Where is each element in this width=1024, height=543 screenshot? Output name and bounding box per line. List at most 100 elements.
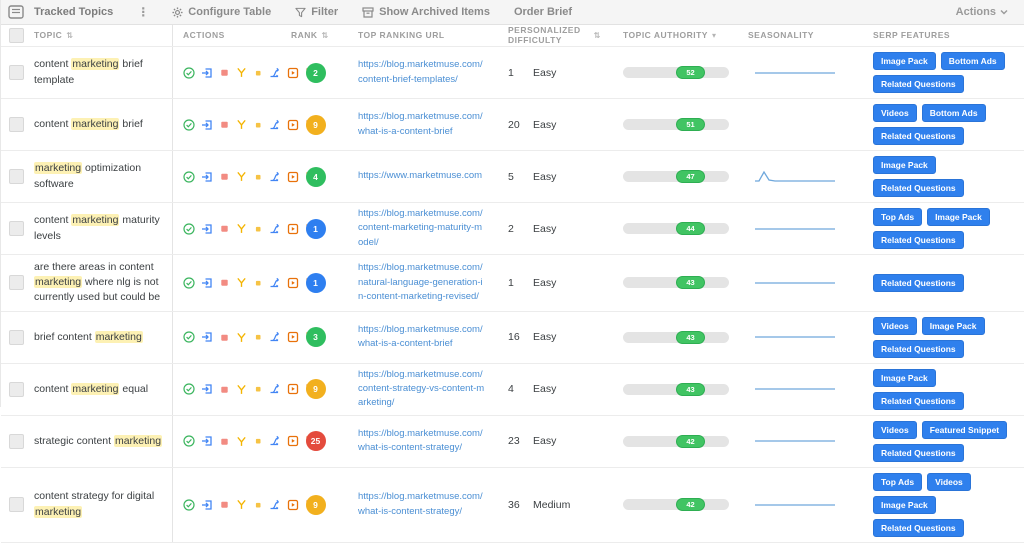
- funnel-icon[interactable]: [236, 119, 247, 130]
- funnel-icon[interactable]: [236, 67, 247, 78]
- top-ranking-url-link[interactable]: https://blog.marketmuse.com/what-is-cont…: [358, 423, 493, 460]
- serp-feature-chip[interactable]: Top Ads: [873, 472, 923, 491]
- tag-square-icon[interactable]: [219, 67, 230, 78]
- dot-square-icon[interactable]: [253, 68, 263, 78]
- funnel-icon[interactable]: [236, 332, 247, 343]
- serp-feature-chip[interactable]: Videos: [873, 420, 917, 439]
- export-box-icon[interactable]: [201, 277, 213, 289]
- topic-link[interactable]: brief content marketing: [34, 325, 149, 350]
- branch-icon[interactable]: [269, 499, 281, 511]
- check-circle-icon[interactable]: [183, 331, 195, 343]
- serp-feature-chip[interactable]: Bottom Ads: [940, 52, 1005, 70]
- select-all-checkbox[interactable]: [8, 28, 24, 43]
- show-archived-button[interactable]: Show Archived Items: [353, 0, 499, 25]
- row-checkbox[interactable]: [8, 497, 24, 513]
- row-checkbox[interactable]: [8, 275, 24, 291]
- check-circle-icon[interactable]: [183, 118, 195, 131]
- tag-square-icon[interactable]: [219, 277, 230, 288]
- serp-feature-chip[interactable]: Related Questions: [873, 273, 964, 292]
- serp-feature-chip[interactable]: Related Questions: [873, 179, 964, 197]
- check-circle-icon[interactable]: [183, 66, 195, 79]
- dot-square-icon[interactable]: [253, 500, 263, 510]
- serp-feature-chip[interactable]: Image Pack: [873, 368, 936, 387]
- branch-icon[interactable]: [269, 277, 281, 289]
- row-checkbox[interactable]: [8, 433, 24, 449]
- branch-icon[interactable]: [269, 435, 281, 447]
- branch-icon[interactable]: [269, 119, 281, 131]
- export-box-icon[interactable]: [201, 499, 213, 511]
- column-header-difficulty[interactable]: Personalized Difficulty ⇅: [493, 25, 611, 46]
- top-ranking-url-link[interactable]: https://blog.marketmuse.com/natural-lang…: [358, 257, 493, 308]
- funnel-icon[interactable]: [236, 277, 247, 288]
- dot-square-icon[interactable]: [253, 278, 263, 288]
- panel-icon[interactable]: [8, 5, 24, 19]
- funnel-icon[interactable]: [236, 223, 247, 234]
- top-ranking-url-link[interactable]: https://blog.marketmuse.com/content-brie…: [358, 54, 493, 91]
- serp-feature-chip[interactable]: Related Questions: [873, 75, 964, 93]
- export-box-icon[interactable]: [201, 223, 213, 235]
- top-ranking-url-link[interactable]: https://www.marketmuse.com: [358, 165, 493, 187]
- branch-icon[interactable]: [269, 331, 281, 343]
- serp-feature-chip[interactable]: Image Pack: [921, 316, 985, 335]
- funnel-icon[interactable]: [236, 384, 247, 395]
- branch-icon[interactable]: [269, 223, 281, 235]
- tag-square-icon[interactable]: [219, 119, 230, 130]
- top-ranking-url-link[interactable]: https://blog.marketmuse.com/what-is-a-co…: [358, 319, 493, 356]
- serp-feature-chip[interactable]: Related Questions: [873, 231, 964, 249]
- top-ranking-url-link[interactable]: https://blog.marketmuse.com/content-mark…: [358, 203, 493, 254]
- row-checkbox[interactable]: [8, 169, 24, 184]
- top-ranking-url-link[interactable]: https://blog.marketmuse.com/what-is-a-co…: [358, 106, 493, 143]
- kebab-menu-icon[interactable]: ⋮: [129, 5, 157, 19]
- serp-feature-chip[interactable]: Image Pack: [873, 156, 936, 174]
- topic-link[interactable]: are there areas in content marketing whe…: [34, 255, 172, 311]
- funnel-icon[interactable]: [236, 436, 247, 447]
- tag-square-icon[interactable]: [219, 384, 230, 395]
- serp-feature-chip[interactable]: Videos: [873, 104, 917, 122]
- filter-button[interactable]: Filter: [286, 0, 347, 25]
- export-box-icon[interactable]: [201, 383, 213, 395]
- branch-icon[interactable]: [269, 171, 281, 183]
- funnel-icon[interactable]: [236, 499, 247, 510]
- serp-feature-chip[interactable]: Related Questions: [873, 339, 964, 358]
- serp-feature-chip[interactable]: Videos: [927, 472, 971, 491]
- topic-link[interactable]: content marketing maturity levels: [34, 208, 172, 248]
- configure-table-button[interactable]: Configure Table: [163, 0, 280, 25]
- branch-icon[interactable]: [269, 67, 281, 79]
- dot-square-icon[interactable]: [253, 332, 263, 342]
- row-checkbox[interactable]: [8, 381, 24, 397]
- serp-feature-chip[interactable]: Image Pack: [873, 495, 936, 514]
- check-circle-icon[interactable]: [183, 222, 195, 235]
- actions-dropdown[interactable]: Actions: [950, 5, 1014, 19]
- tag-square-icon[interactable]: [219, 332, 230, 343]
- topic-link[interactable]: content marketing equal: [34, 377, 154, 402]
- serp-feature-chip[interactable]: Featured Snippet: [921, 420, 1008, 439]
- tag-square-icon[interactable]: [219, 436, 230, 447]
- column-header-topic[interactable]: Topic ⇅: [31, 25, 173, 46]
- dot-square-icon[interactable]: [253, 384, 263, 394]
- tag-square-icon[interactable]: [219, 223, 230, 234]
- serp-feature-chip[interactable]: Top Ads: [873, 208, 923, 226]
- serp-feature-chip[interactable]: Image Pack: [873, 52, 936, 70]
- serp-feature-chip[interactable]: Bottom Ads: [921, 104, 986, 122]
- dot-square-icon[interactable]: [253, 436, 263, 446]
- check-circle-icon[interactable]: [183, 277, 195, 289]
- column-header-rank[interactable]: Rank ⇅: [288, 30, 343, 41]
- topic-link[interactable]: content marketing brief: [34, 112, 149, 137]
- export-box-icon[interactable]: [201, 331, 213, 343]
- order-brief-button[interactable]: Order Brief: [505, 0, 581, 25]
- topic-link[interactable]: marketing optimization software: [34, 156, 172, 196]
- export-box-icon[interactable]: [201, 119, 213, 131]
- dot-square-icon[interactable]: [253, 224, 263, 234]
- serp-feature-chip[interactable]: Related Questions: [873, 443, 964, 462]
- check-circle-icon[interactable]: [183, 499, 195, 511]
- column-header-authority[interactable]: Topic Authority ▾: [611, 30, 726, 41]
- serp-feature-chip[interactable]: Related Questions: [873, 518, 964, 537]
- row-checkbox[interactable]: [8, 329, 24, 345]
- check-circle-icon[interactable]: [183, 170, 195, 183]
- row-checkbox[interactable]: [8, 65, 24, 80]
- funnel-icon[interactable]: [236, 171, 247, 182]
- top-ranking-url-link[interactable]: https://blog.marketmuse.com/what-is-cont…: [358, 486, 493, 523]
- export-box-icon[interactable]: [201, 435, 213, 447]
- tag-square-icon[interactable]: [219, 171, 230, 182]
- serp-feature-chip[interactable]: Videos: [873, 316, 917, 335]
